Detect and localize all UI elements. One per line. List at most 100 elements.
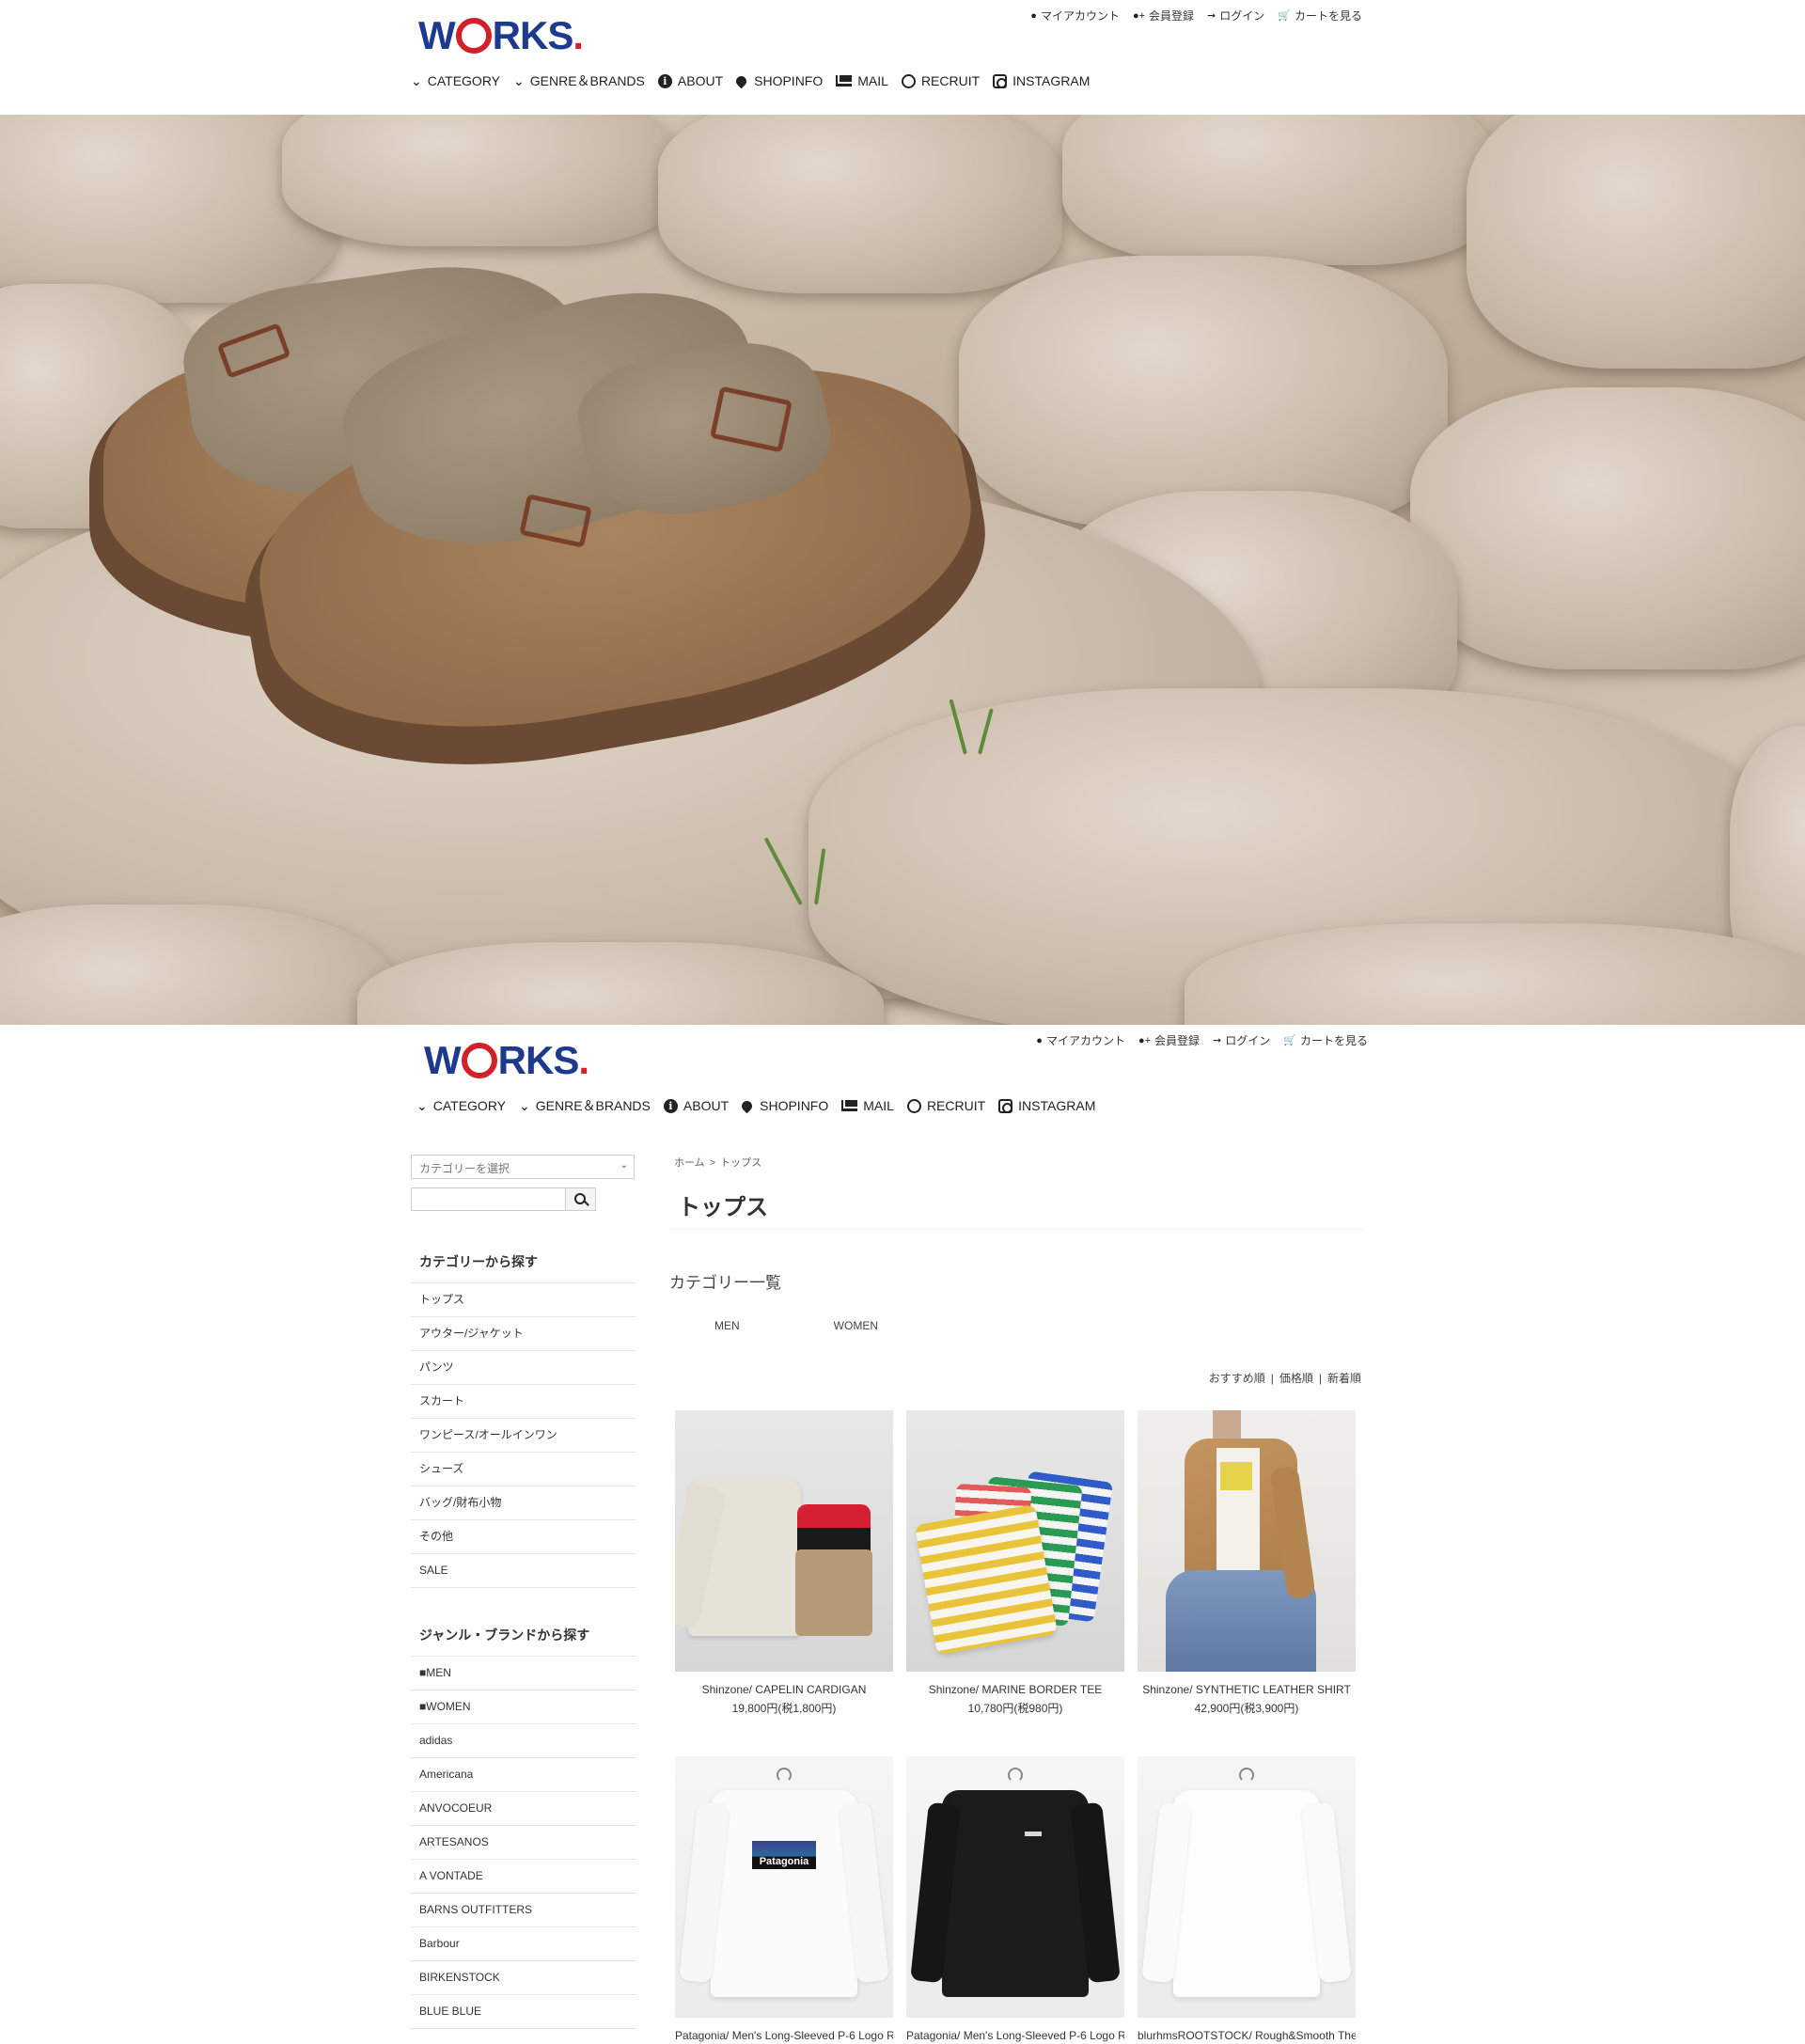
- sidebar-item-sale[interactable]: SALE: [411, 1554, 636, 1588]
- breadcrumb-home[interactable]: ホーム: [674, 1157, 705, 1169]
- product-image[interactable]: [906, 1756, 1124, 2018]
- nav-instagram[interactable]: INSTAGRAM: [993, 71, 1090, 90]
- sidebar-item-men[interactable]: ■MEN: [411, 1657, 636, 1690]
- product-card[interactable]: Shinzone/ CAPELIN CARDIGAN 19,800円(税1,80…: [675, 1410, 893, 1716]
- sidebar-item-barns-outfitters[interactable]: BARNS OUTFITTERS: [411, 1894, 636, 1927]
- site-header-secondary: W RKS. ● マイアカウント ●+ 会員登録 ➞ ログイン 🛒 カートを見る ⌄ CAT…: [0, 1025, 1805, 1140]
- product-image[interactable]: [1138, 1756, 1356, 2018]
- product-image[interactable]: [906, 1410, 1124, 1672]
- header-inner: W RKS. ● マイアカウント ●+ 会員登録 ➞ ログイン 🛒 カートを見る ⌄ CAT…: [416, 1025, 1368, 1140]
- sidebar-item-anvocoeur[interactable]: ANVOCOEUR: [411, 1792, 636, 1826]
- sidebar-item-americana[interactable]: Americana: [411, 1758, 636, 1792]
- smile-icon: [906, 1098, 921, 1113]
- sort-price[interactable]: 価格順: [1279, 1372, 1313, 1385]
- register-link[interactable]: ●+ 会員登録: [1133, 8, 1194, 24]
- product-card[interactable]: Shinzone/ MARINE BORDER TEE 10,780円(税980…: [906, 1410, 1124, 1716]
- my-account-link[interactable]: ● マイアカウント: [1030, 8, 1120, 24]
- map-pin-icon: [733, 73, 749, 88]
- sidebar-item-bags[interactable]: バッグ/財布小物: [411, 1486, 636, 1520]
- breadcrumb-current: トップス: [720, 1157, 762, 1169]
- user-plus-icon: ●+: [1132, 9, 1146, 22]
- search-button[interactable]: [566, 1187, 596, 1211]
- sidebar-item-adidas[interactable]: adidas: [411, 1724, 636, 1758]
- product-card[interactable]: Shinzone/ SYNTHETIC LEATHER SHIRT 42,900…: [1138, 1410, 1356, 1716]
- nav-about[interactable]: i ABOUT: [663, 1096, 729, 1115]
- smile-icon: [901, 73, 916, 88]
- hero-banner-image[interactable]: [0, 115, 1805, 1025]
- nav-genre-brands[interactable]: ⌄ GENRE＆BRANDS: [519, 1096, 651, 1115]
- patagonia-logo: Patagonia: [752, 1841, 816, 1869]
- sub-category-men[interactable]: MEN: [714, 1319, 740, 1332]
- product-image[interactable]: [1138, 1410, 1356, 1672]
- sign-in-icon: ➞: [1213, 1035, 1222, 1046]
- nav-mail[interactable]: MAIL: [841, 1096, 894, 1115]
- site-logo[interactable]: W RKS.: [418, 13, 584, 58]
- sidebar-item-artesanos[interactable]: ARTESANOS: [411, 1826, 636, 1860]
- mail-icon: [836, 75, 853, 86]
- chevron-down-icon: ⌄: [519, 1097, 530, 1113]
- view-cart-link[interactable]: 🛒 カートを見る: [1278, 8, 1362, 24]
- category-heading: カテゴリーから探す: [411, 1250, 636, 1283]
- sidebar-item-skirt[interactable]: スカート: [411, 1385, 636, 1419]
- product-name[interactable]: Patagonia/ Men's Long-Sleeved P-6 Logo R: [906, 2029, 1124, 2042]
- sidebar-item-a-vontade[interactable]: A VONTADE: [411, 1860, 636, 1894]
- brand-section: ジャンル・ブランドから探す ■MEN ■WOMEN adidas America…: [411, 1624, 636, 2029]
- sort-options: おすすめ順 | 価格順 | 新着順: [1208, 1372, 1361, 1385]
- my-account-link[interactable]: ● マイアカウント: [1036, 1032, 1125, 1048]
- instagram-icon: [998, 1098, 1013, 1113]
- product-image[interactable]: [675, 1410, 893, 1672]
- nav-recruit[interactable]: RECRUIT: [906, 1096, 985, 1115]
- sidebar-item-outer-jacket[interactable]: アウター/ジャケット: [411, 1317, 636, 1351]
- register-link[interactable]: ●+ 会員登録: [1138, 1032, 1200, 1048]
- nav-shopinfo[interactable]: SHOPINFO: [739, 1096, 828, 1115]
- product-name[interactable]: Shinzone/ SYNTHETIC LEATHER SHIRT: [1138, 1683, 1356, 1696]
- nav-category[interactable]: ⌄ CATEGORY: [416, 1096, 506, 1115]
- nav-shopinfo[interactable]: SHOPINFO: [733, 71, 823, 90]
- product-card[interactable]: blurhmsROOTSTOCK/ Rough&Smooth The: [1138, 1756, 1356, 2042]
- sub-category-women[interactable]: WOMEN: [834, 1319, 878, 1332]
- category-list-title: カテゴリー一覧: [669, 1274, 781, 1292]
- nav-recruit[interactable]: RECRUIT: [901, 71, 980, 90]
- login-link[interactable]: ➞ ログイン: [1207, 8, 1264, 24]
- product-name[interactable]: Shinzone/ CAPELIN CARDIGAN: [675, 1683, 893, 1696]
- nav-about[interactable]: i ABOUT: [657, 71, 723, 90]
- sidebar-item-birkenstock[interactable]: BIRKENSTOCK: [411, 1961, 636, 1995]
- login-link[interactable]: ➞ ログイン: [1213, 1032, 1270, 1048]
- sidebar-item-pants[interactable]: パンツ: [411, 1351, 636, 1385]
- product-image[interactable]: Patagonia: [675, 1756, 893, 2018]
- product-card[interactable]: Patagonia/ Men's Long-Sleeved P-6 Logo R: [906, 1756, 1124, 2042]
- hanger-icon: [777, 1768, 792, 1783]
- product-price: 19,800円(税1,800円): [731, 1702, 837, 1715]
- product-grid: Shinzone/ CAPELIN CARDIGAN 19,800円(税1,80…: [669, 1410, 1363, 2044]
- user-icon: ●: [1036, 1034, 1043, 1046]
- logo-o-mark: [455, 18, 492, 54]
- site-logo[interactable]: W RKS.: [424, 1038, 589, 1083]
- sidebar-item-other[interactable]: その他: [411, 1520, 636, 1554]
- nav-genre-brands[interactable]: ⌄ GENRE＆BRANDS: [513, 71, 645, 90]
- main-content: ホーム > トップス トップス カテゴリー一覧 MEN WOMEN おすすめ順 | 価格…: [669, 1155, 1363, 2044]
- sort-recommended[interactable]: おすすめ順: [1209, 1372, 1265, 1385]
- sidebar-item-onepiece[interactable]: ワンピース/オールインワン: [411, 1419, 636, 1453]
- product-name[interactable]: blurhmsROOTSTOCK/ Rough&Smooth The: [1138, 2029, 1356, 2042]
- info-icon: i: [657, 73, 672, 88]
- chevron-down-icon: ⌄: [416, 1097, 428, 1113]
- product-name[interactable]: Patagonia/ Men's Long-Sleeved P-6 Logo R: [675, 2029, 893, 2042]
- sort-newest[interactable]: 新着順: [1327, 1372, 1361, 1385]
- nav-category[interactable]: ⌄ CATEGORY: [411, 71, 500, 90]
- product-name[interactable]: Shinzone/ MARINE BORDER TEE: [906, 1683, 1124, 1696]
- search-input[interactable]: [411, 1187, 566, 1211]
- sidebar-item-blue-blue[interactable]: BLUE BLUE: [411, 1995, 636, 2029]
- category-list: トップス アウター/ジャケット パンツ スカート ワンピース/オールインワン シ…: [411, 1283, 636, 1588]
- info-icon: i: [663, 1098, 678, 1113]
- sidebar-item-tops[interactable]: トップス: [411, 1283, 636, 1317]
- mail-icon: [841, 1100, 858, 1111]
- chevron-down-icon: ⌄: [513, 72, 525, 88]
- category-select[interactable]: カテゴリーを選択 ⌄: [411, 1155, 635, 1179]
- nav-instagram[interactable]: INSTAGRAM: [998, 1096, 1095, 1115]
- sidebar-item-barbour[interactable]: Barbour: [411, 1927, 636, 1961]
- sidebar-item-shoes[interactable]: シューズ: [411, 1453, 636, 1486]
- nav-mail[interactable]: MAIL: [836, 71, 888, 90]
- view-cart-link[interactable]: 🛒 カートを見る: [1283, 1032, 1368, 1048]
- sidebar-item-women[interactable]: ■WOMEN: [411, 1690, 636, 1724]
- product-card[interactable]: Patagonia Patagonia/ Men's Long-Sleeved …: [675, 1756, 893, 2042]
